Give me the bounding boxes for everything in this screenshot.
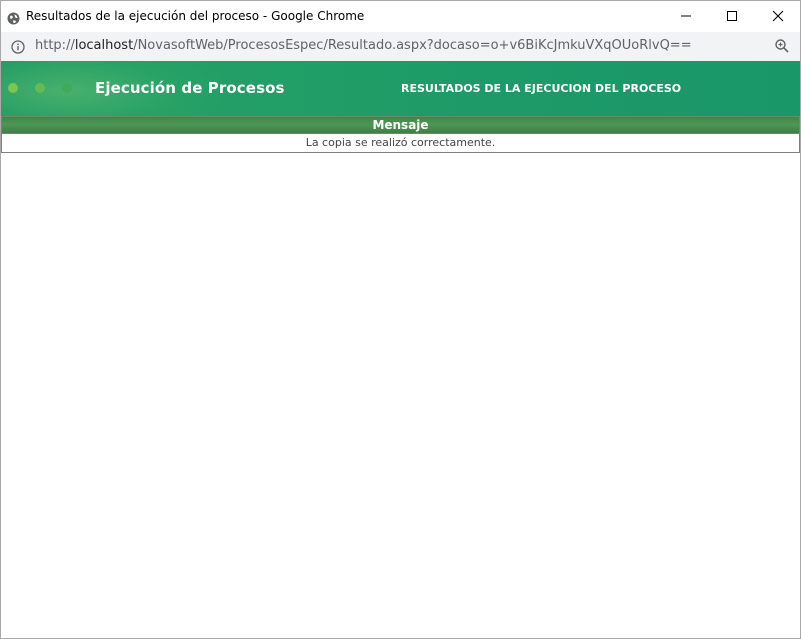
decorative-dot: [35, 83, 45, 93]
close-button[interactable]: [755, 1, 801, 32]
minimize-icon: [680, 7, 692, 26]
url-scheme: http://: [35, 38, 75, 53]
table-header-row: Mensaje: [1, 116, 800, 134]
window-title: Resultados de la ejecución del proceso -…: [26, 9, 365, 23]
zoom-icon[interactable]: [774, 38, 790, 54]
results-table: Mensaje La copia se realizó correctament…: [1, 116, 800, 153]
page-heading: RESULTADOS DE LA EJECUCION DEL PROCESO: [401, 82, 682, 95]
title-bar: Resultados de la ejecución del proceso -…: [1, 1, 800, 32]
maximize-button[interactable]: [709, 1, 755, 32]
decorative-dot: [8, 83, 18, 93]
url-text[interactable]: http://localhost/NovasoftWeb/ProcesosEsp…: [35, 38, 692, 53]
close-icon: [772, 7, 784, 26]
minimize-button[interactable]: [663, 1, 709, 32]
browser-window: Resultados de la ejecución del proceso -…: [0, 0, 801, 639]
table-row: La copia se realizó correctamente.: [1, 133, 800, 153]
globe-icon: [7, 10, 20, 25]
address-bar[interactable]: http://localhost/NovasoftWeb/ProcesosEsp…: [1, 32, 800, 62]
decorative-dot: [62, 83, 72, 93]
column-header-mensaje: Mensaje: [1, 116, 800, 134]
message-cell: La copia se realizó correctamente.: [1, 133, 800, 153]
url-path: /NovasoftWeb/ProcesosEspec/Resultado.asp…: [133, 38, 692, 53]
url-host: localhost: [74, 38, 134, 53]
app-title: Ejecución de Procesos: [95, 79, 285, 97]
maximize-icon: [726, 7, 738, 26]
app-header-banner: Ejecución de Procesos RESULTADOS DE LA E…: [1, 61, 800, 116]
info-icon[interactable]: [11, 39, 25, 54]
